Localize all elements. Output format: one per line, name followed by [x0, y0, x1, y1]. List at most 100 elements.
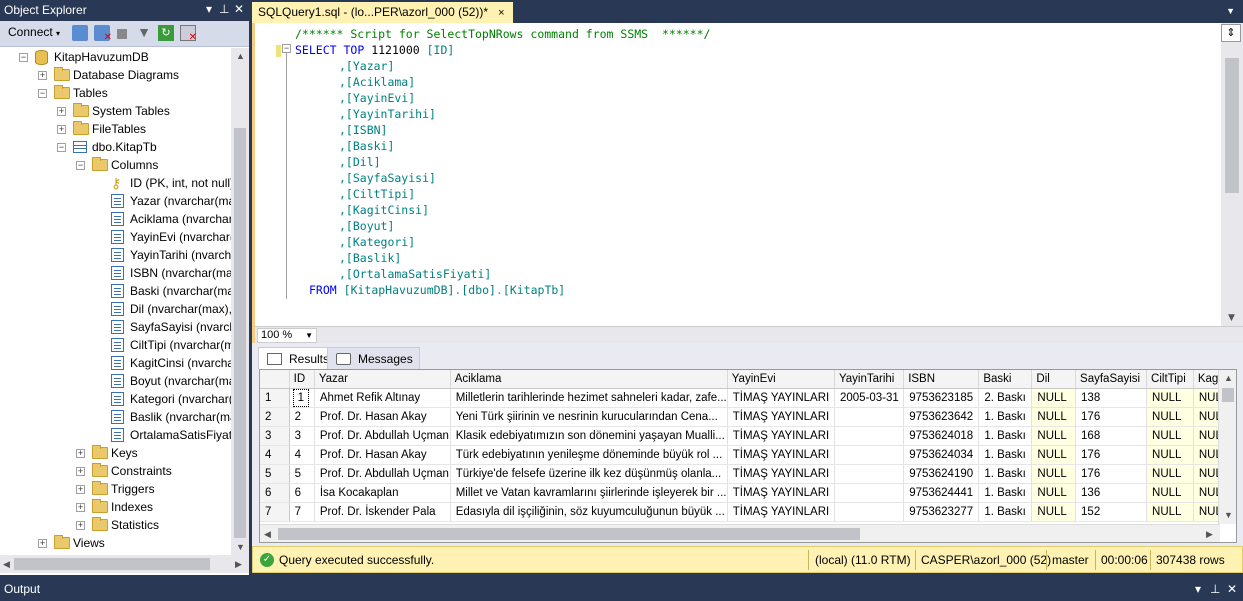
pin-icon[interactable]: ⊥	[219, 2, 229, 16]
table-row[interactable]: 2 2 Prof. Dr. Hasan Akay Yeni Türk şiirinin…	[260, 407, 1236, 427]
tree-node[interactable]: + Indexes	[0, 498, 231, 516]
table-cell[interactable]: 1. Baskı	[978, 407, 1033, 427]
split-editor-icon[interactable]: ⇕	[1221, 24, 1241, 42]
table-cell[interactable]: NULL	[1146, 426, 1194, 446]
tree-node[interactable]: + Database Diagrams	[0, 66, 231, 84]
column-header[interactable]: Aciklama	[450, 370, 728, 389]
table-cell[interactable]: TİMAŞ YAYINLARI	[727, 445, 835, 465]
table-cell[interactable]: Klasik edebiyatımızın son dönemini yaşay…	[450, 426, 728, 446]
tree-node[interactable]: + Triggers	[0, 480, 231, 498]
tab-close-icon[interactable]: ×	[498, 7, 504, 19]
tree-node[interactable]: YayinTarihi (nvarchar(m	[0, 246, 231, 264]
table-cell[interactable]: 1. Baskı	[978, 426, 1033, 446]
table-cell[interactable]: 5	[289, 464, 315, 484]
table-cell[interactable]: 9753624018	[903, 426, 980, 446]
table-cell[interactable]: 136	[1075, 483, 1148, 503]
table-cell[interactable]: 168	[1075, 426, 1148, 446]
results-grid[interactable]: ID Yazar Aciklama YayinEvi YayinTarihi ISBN Ba…	[259, 369, 1237, 543]
grid-horizontal-scrollbar[interactable]: ◀ ▶	[260, 524, 1220, 542]
table-cell[interactable]: TİMAŞ YAYINLARI	[727, 464, 835, 484]
tree-node[interactable]: + FileTables	[0, 120, 231, 138]
table-cell[interactable]: Prof. Dr. Abdullah Uçman	[314, 426, 451, 446]
tree-node[interactable]: Boyut (nvarchar(max),	[0, 372, 231, 390]
tree-node[interactable]: − KitapHavuzumDB	[0, 48, 231, 66]
table-cell[interactable]: 3	[289, 426, 315, 446]
row-number-cell[interactable]: 4	[260, 445, 290, 465]
tree-vscroll-thumb[interactable]	[234, 128, 246, 538]
table-cell[interactable]	[834, 445, 905, 465]
table-cell[interactable]: 9753624441	[903, 483, 980, 503]
table-cell[interactable]: Prof. Dr. İskender Pala	[314, 502, 451, 522]
tree-node[interactable]: ISBN (nvarchar(max), n	[0, 264, 231, 282]
close-icon[interactable]: ✕	[234, 2, 244, 16]
table-cell[interactable]: Prof. Dr. Abdullah Uçman	[314, 464, 451, 484]
table-cell[interactable]: 9753624034	[903, 445, 980, 465]
table-cell[interactable]: Prof. Dr. Hasan Akay	[314, 445, 451, 465]
column-header[interactable]: CiltTipi	[1146, 370, 1194, 389]
grid-vscroll-thumb[interactable]	[1222, 388, 1234, 402]
table-cell[interactable]	[834, 502, 905, 522]
column-header[interactable]: Yazar	[314, 370, 451, 389]
table-row[interactable]: 4 4 Prof. Dr. Hasan Akay Türk edebiyatının …	[260, 445, 1236, 465]
table-cell[interactable]: 176	[1075, 407, 1148, 427]
table-cell[interactable]: 2	[289, 407, 315, 427]
panel-dropdown-icon[interactable]: ▾	[1195, 582, 1201, 596]
tree-node[interactable]: − dbo.KitapTb	[0, 138, 231, 156]
tree-node[interactable]: YayinEvi (nvarchar(ma	[0, 228, 231, 246]
column-header[interactable]: YayinEvi	[727, 370, 835, 389]
table-cell[interactable]: NULL	[1146, 445, 1194, 465]
table-cell[interactable]	[834, 464, 905, 484]
collapse-icon[interactable]: −	[19, 53, 28, 62]
tree-node[interactable]: + Views	[0, 534, 231, 552]
tree-node[interactable]: SayfaSayisi (nvarchar(m	[0, 318, 231, 336]
table-cell[interactable]: 9753624190	[903, 464, 980, 484]
table-cell[interactable]: NULL	[1146, 483, 1194, 503]
table-cell[interactable]: Prof. Dr. Hasan Akay	[314, 407, 451, 427]
table-cell[interactable]: 1. Baskı	[978, 445, 1033, 465]
expand-icon[interactable]: +	[57, 107, 66, 116]
disconnect-icon[interactable]: ✕	[94, 25, 112, 43]
pin-icon[interactable]: ⊥	[1210, 582, 1220, 596]
table-cell[interactable]: NULL	[1146, 407, 1194, 427]
refresh-icon[interactable]: ↻	[158, 25, 174, 41]
editor-vertical-scrollbar[interactable]: ▼	[1221, 23, 1243, 328]
table-cell[interactable]: 6	[289, 483, 315, 503]
table-row[interactable]: 1 1 Ahmet Refik Altınay Milletlerin tarihle…	[260, 388, 1236, 408]
table-cell[interactable]: 1	[289, 388, 315, 408]
table-cell[interactable]: Yeni Türk şiirinin ve nesrinin kurucular…	[450, 407, 728, 427]
tree-horizontal-scrollbar[interactable]: ◀ ▶	[0, 555, 249, 573]
row-number-cell[interactable]: 7	[260, 502, 290, 522]
connect-server-icon[interactable]	[72, 25, 88, 41]
close-icon[interactable]: ✕	[1227, 582, 1237, 596]
table-cell[interactable]	[834, 483, 905, 503]
table-cell[interactable]: Türkiye'de felsefe üzerine ilk kez düşün…	[450, 464, 728, 484]
panel-dropdown-icon[interactable]: ▾	[206, 2, 212, 16]
expand-icon[interactable]: +	[76, 449, 85, 458]
table-cell[interactable]: Edasıyla dil işçiliğinin, söz kuyumculuğ…	[450, 502, 728, 522]
table-cell[interactable]: TİMAŞ YAYINLARI	[727, 407, 835, 427]
expand-icon[interactable]: +	[76, 485, 85, 494]
column-header[interactable]: ISBN	[903, 370, 980, 389]
tree-node[interactable]: Kategori (nvarchar(ma	[0, 390, 231, 408]
table-cell[interactable]: 2. Baskı	[978, 388, 1033, 408]
table-cell[interactable]: 176	[1075, 445, 1148, 465]
table-cell[interactable]: 1. Baskı	[978, 502, 1033, 522]
table-cell[interactable]: NULL	[1146, 502, 1194, 522]
table-cell[interactable]: 1. Baskı	[978, 483, 1033, 503]
tree-node[interactable]: + Keys	[0, 444, 231, 462]
filter-icon[interactable]: ▼	[136, 25, 152, 41]
table-cell[interactable]: TİMAŞ YAYINLARI	[727, 426, 835, 446]
tree-node[interactable]: Dil (nvarchar(max), nu	[0, 300, 231, 318]
table-cell[interactable]: NULL	[1031, 483, 1077, 503]
expand-icon[interactable]: +	[76, 521, 85, 530]
row-number-cell[interactable]: 3	[260, 426, 290, 446]
tree-node[interactable]: Baski (nvarchar(max), n	[0, 282, 231, 300]
table-cell[interactable]: 2005-03-31	[834, 388, 905, 408]
column-header[interactable]: Baski	[978, 370, 1033, 389]
tree-node[interactable]: ⚷ ID (PK, int, not null)	[0, 174, 231, 192]
row-number-cell[interactable]: 1	[260, 388, 290, 408]
column-header[interactable]: YayinTarihi	[834, 370, 905, 389]
activity-monitor-icon[interactable]: ✕	[180, 25, 197, 43]
table-row[interactable]: 6 6 İsa Kocakaplan Millet ve Vatan kavramla…	[260, 483, 1236, 503]
table-cell[interactable]: TİMAŞ YAYINLARI	[727, 483, 835, 503]
